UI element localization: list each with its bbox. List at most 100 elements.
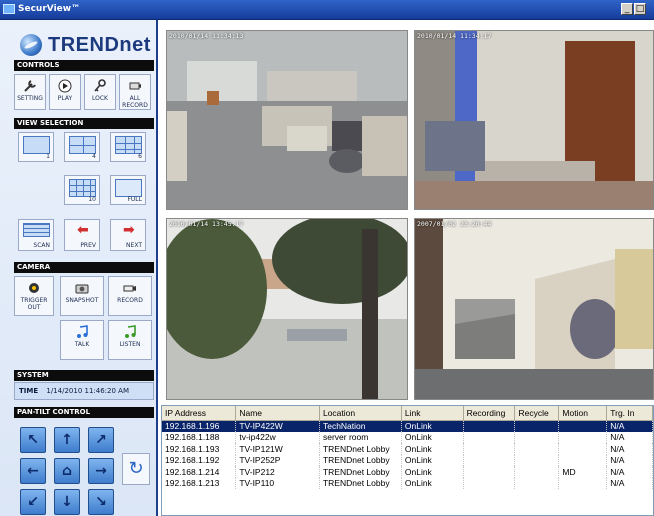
pan-tilt-header: PAN-TILT CONTROL xyxy=(14,407,154,418)
table-cell: TRENDnet Lobby xyxy=(319,443,402,455)
pan-down-right-button[interactable]: ↘ xyxy=(88,489,114,515)
record-button[interactable]: RECORD xyxy=(108,276,152,316)
camera-table: IP Address Name Location Link Recording Recyc… xyxy=(162,406,653,489)
table-row[interactable]: 192.168.1.192 TV-IP252P TRENDnet Lobby OnLi… xyxy=(162,454,653,466)
table-cell: N/A xyxy=(606,420,653,432)
column-header[interactable]: Trg. In xyxy=(606,406,653,421)
column-header[interactable]: IP Address xyxy=(162,406,237,421)
window-titlebar: SecurView™ _ □ xyxy=(0,0,654,20)
server-room-image xyxy=(415,31,653,209)
table-cell: OnLink xyxy=(401,466,464,478)
camera-feed-4[interactable]: 2007/01/02 23:20:44 xyxy=(414,218,654,400)
column-header[interactable]: Location xyxy=(319,406,402,421)
layout-6-label: 6 xyxy=(138,153,142,160)
column-header[interactable]: Recycle xyxy=(514,406,560,421)
table-cell xyxy=(558,454,608,466)
layout-10-label: 10 xyxy=(88,196,96,203)
table-cell xyxy=(514,443,560,455)
maximize-icon[interactable]: □ xyxy=(634,3,646,15)
play-button[interactable]: PLAY xyxy=(49,74,81,110)
camera-list: IP Address Name Location Link Recording Recyc… xyxy=(161,405,654,516)
layout-6-button[interactable]: 6 xyxy=(110,132,146,162)
table-cell: N/A xyxy=(606,454,653,466)
scan-button[interactable]: SCAN xyxy=(18,219,54,251)
six-view-icon xyxy=(115,136,142,154)
table-cell: 192.168.1.196 xyxy=(162,420,237,432)
layout-10-button[interactable]: 10 xyxy=(64,175,100,205)
next-button[interactable]: ➡ NEXT xyxy=(110,219,146,251)
table-cell: N/A xyxy=(606,431,653,443)
stairway-image xyxy=(415,219,653,399)
table-cell: OnLink xyxy=(401,431,464,443)
talk-button[interactable]: TALK xyxy=(60,320,104,360)
minimize-icon[interactable]: _ xyxy=(621,3,633,15)
prev-button[interactable]: ⬅ PREV xyxy=(64,219,100,251)
logo-text: TRENDnet xyxy=(48,34,151,56)
table-cell: TV-IP212 xyxy=(235,466,320,478)
arrow-right-icon: ➡ xyxy=(123,222,135,238)
prev-label: PREV xyxy=(80,242,96,249)
column-header[interactable]: Link xyxy=(401,406,464,421)
table-cell: TV-IP110 xyxy=(235,477,320,489)
column-header[interactable]: Name xyxy=(235,406,320,421)
snapshot-button[interactable]: SNAPSHOT xyxy=(60,276,104,316)
arrow-left-icon: ⬅ xyxy=(77,222,89,238)
table-row[interactable]: 192.168.1.193 TV-IP121W TRENDnet Lobby OnLi… xyxy=(162,443,653,455)
table-cell: TV-IP252P xyxy=(235,454,320,466)
table-cell xyxy=(463,454,516,466)
table-cell: TRENDnet Lobby xyxy=(319,466,402,478)
table-cell xyxy=(514,477,560,489)
lock-button[interactable]: LOCK xyxy=(84,74,116,110)
trigger-out-button[interactable]: TRIGGER OUT xyxy=(14,276,54,316)
play-label: PLAY xyxy=(57,95,73,102)
camera-feed-2[interactable]: 2010/01/14 11:34:17 xyxy=(414,30,654,210)
layout-full-button[interactable]: FULL xyxy=(110,175,146,205)
pan-up-left-button[interactable]: ↖ xyxy=(20,427,46,453)
pan-down-left-button[interactable]: ↙ xyxy=(20,489,46,515)
all-record-button[interactable]: ALL RECORD xyxy=(119,74,151,110)
column-header[interactable]: Recording xyxy=(463,406,516,421)
table-cell xyxy=(514,466,560,478)
table-cell: OnLink xyxy=(401,443,464,455)
table-cell: 192.168.1.188 xyxy=(162,431,237,443)
layout-1-button[interactable]: 1 xyxy=(18,132,54,162)
view-selection-header: VIEW SELECTION xyxy=(14,118,154,129)
table-row[interactable]: 192.168.1.196 TV-IP422W TechNation OnLink N/… xyxy=(162,420,653,432)
home-icon: ⌂ xyxy=(61,463,73,479)
table-cell: MD xyxy=(558,466,608,478)
feed-3-timestamp: 2010/01/14 13:45:17 xyxy=(169,220,244,228)
trendnet-logo: TRENDnet xyxy=(18,28,151,64)
column-header[interactable]: Motion xyxy=(558,406,608,421)
table-cell: TRENDnet Lobby xyxy=(319,477,402,489)
home-button[interactable]: ⌂ xyxy=(54,458,80,484)
arrow-down-left-icon: ↙ xyxy=(27,494,39,510)
wrench-icon xyxy=(24,80,36,92)
refresh-button[interactable]: ↻ xyxy=(122,453,150,485)
camera-feed-1[interactable]: 2010/01/14 11:34:13 xyxy=(166,30,408,210)
listen-button[interactable]: LISTEN xyxy=(108,320,152,360)
camera-feed-3[interactable]: 2010/01/14 13:45:17 xyxy=(166,218,408,400)
feed-1-timestamp: 2010/01/14 11:34:13 xyxy=(169,32,244,40)
table-cell: TV-IP422W xyxy=(235,420,320,432)
table-row[interactable]: 192.168.1.214 TV-IP212 TRENDnet Lobby OnLin… xyxy=(162,466,653,478)
table-cell: OnLink xyxy=(401,454,464,466)
arrow-down-right-icon: ↘ xyxy=(95,494,107,510)
setting-button[interactable]: SETTING xyxy=(14,74,46,110)
table-cell xyxy=(514,420,560,432)
refresh-icon: ↻ xyxy=(128,458,144,479)
table-cell: N/A xyxy=(606,466,653,478)
table-cell: OnLink xyxy=(401,477,464,489)
layout-4-button[interactable]: 4 xyxy=(64,132,100,162)
table-row[interactable]: 192.168.1.213 TV-IP110 TRENDnet Lobby OnLin… xyxy=(162,477,653,489)
table-row[interactable]: 192.168.1.188 tv-ip422w server room OnLink N… xyxy=(162,431,653,443)
pan-left-button[interactable]: ← xyxy=(20,458,46,484)
tilt-up-button[interactable]: ↑ xyxy=(54,427,80,453)
tilt-down-button[interactable]: ↓ xyxy=(54,489,80,515)
pan-up-right-button[interactable]: ↗ xyxy=(88,427,114,453)
system-time: TIME 1/14/2010 11:46:20 AM xyxy=(14,382,154,400)
scan-icon xyxy=(23,223,50,237)
table-cell xyxy=(558,420,608,432)
table-cell xyxy=(463,477,516,489)
pan-right-button[interactable]: → xyxy=(88,458,114,484)
table-cell xyxy=(463,466,516,478)
